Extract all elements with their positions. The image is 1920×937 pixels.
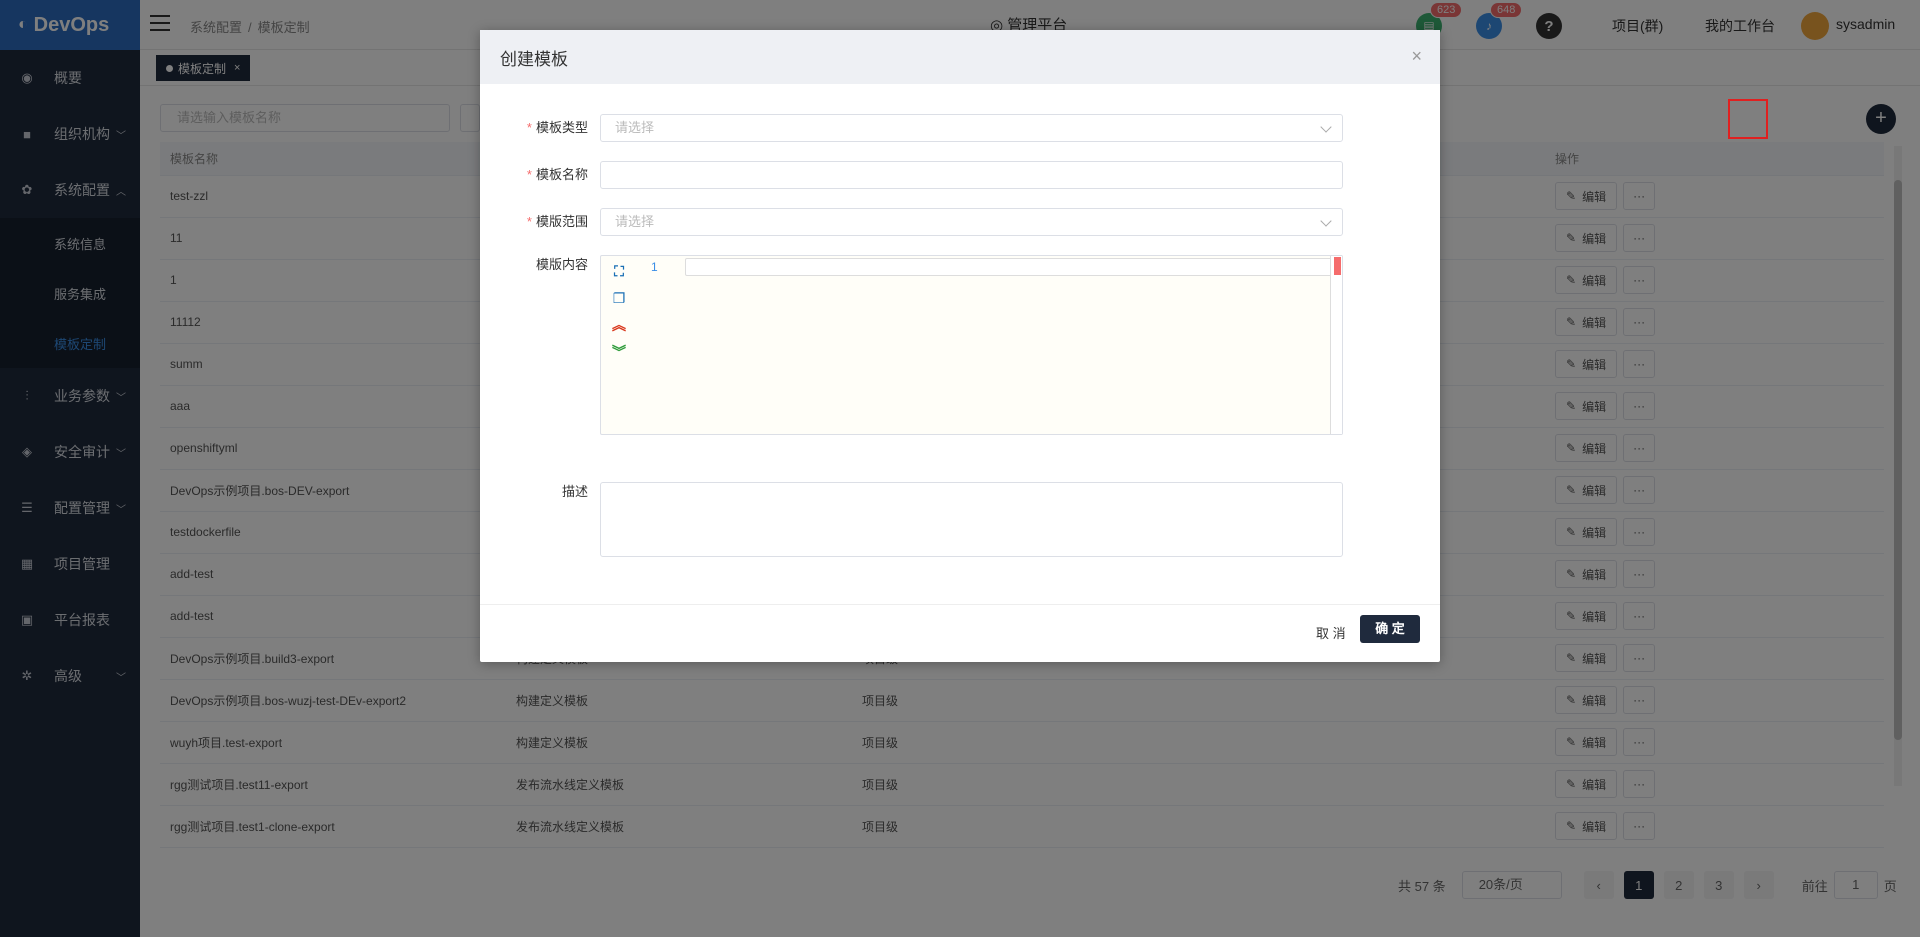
field-label: * 模板类型 — [500, 114, 600, 142]
dialog-title: 创建模板 — [500, 49, 568, 69]
field-label-text: 模版范围 — [535, 214, 588, 229]
line-number: 1 — [651, 260, 658, 274]
create-template-dialog: 创建模板 × * 模板类型 请选择 * 模板名称 * 模版范围 请选择 模版内容 ⛶ … — [480, 30, 1440, 662]
editor-active-line[interactable] — [685, 258, 1333, 276]
editor-toolbar: ⛶ ❐ ︽ ︾ — [609, 262, 629, 370]
template-type-select[interactable]: 请选择 — [600, 114, 1343, 142]
field-label-text: 模板类型 — [535, 120, 588, 135]
add-button-highlight — [1728, 99, 1768, 139]
required-mark: * — [526, 167, 532, 182]
confirm-button[interactable]: 确 定 — [1360, 615, 1420, 643]
collapse-all-icon[interactable]: ︽ — [609, 316, 629, 334]
field-label: * 模版范围 — [500, 208, 600, 236]
close-icon[interactable]: × — [1411, 46, 1422, 67]
chevron-down-icon — [1320, 121, 1332, 133]
error-marker — [1334, 257, 1341, 275]
field-label-text: 模板名称 — [535, 167, 588, 182]
form-row-content: 模版内容 ⛶ ❐ ︽ ︾ 1 — [500, 255, 1343, 435]
copy-icon[interactable]: ❐ — [609, 289, 629, 307]
form-row-description: 描述 — [500, 482, 1343, 557]
dialog-header: 创建模板 — [480, 30, 1440, 84]
dialog-footer: 取 消 确 定 — [480, 604, 1440, 662]
field-label: * 模板名称 — [500, 161, 600, 189]
form-row-name: * 模板名称 — [500, 161, 1343, 189]
select-placeholder: 请选择 — [615, 120, 655, 135]
chevron-down-icon — [1320, 215, 1332, 227]
template-scope-select[interactable]: 请选择 — [600, 208, 1343, 236]
editor-scrollbar[interactable] — [1330, 256, 1342, 434]
required-mark: * — [526, 214, 532, 229]
select-placeholder: 请选择 — [615, 214, 655, 229]
expand-all-icon[interactable]: ︾ — [609, 343, 629, 361]
form-row-scope: * 模版范围 请选择 — [500, 208, 1343, 236]
required-mark: * — [526, 120, 532, 135]
form-row-type: * 模板类型 请选择 — [500, 114, 1343, 142]
fullscreen-icon[interactable]: ⛶ — [609, 262, 629, 280]
description-textarea[interactable] — [600, 482, 1343, 557]
content-editor[interactable]: ⛶ ❐ ︽ ︾ 1 — [600, 255, 1343, 435]
cancel-button[interactable]: 取 消 — [1316, 623, 1346, 642]
template-name-input[interactable] — [600, 161, 1343, 189]
field-label-text: 描述 — [561, 484, 588, 499]
field-label-text: 模版内容 — [535, 257, 588, 272]
